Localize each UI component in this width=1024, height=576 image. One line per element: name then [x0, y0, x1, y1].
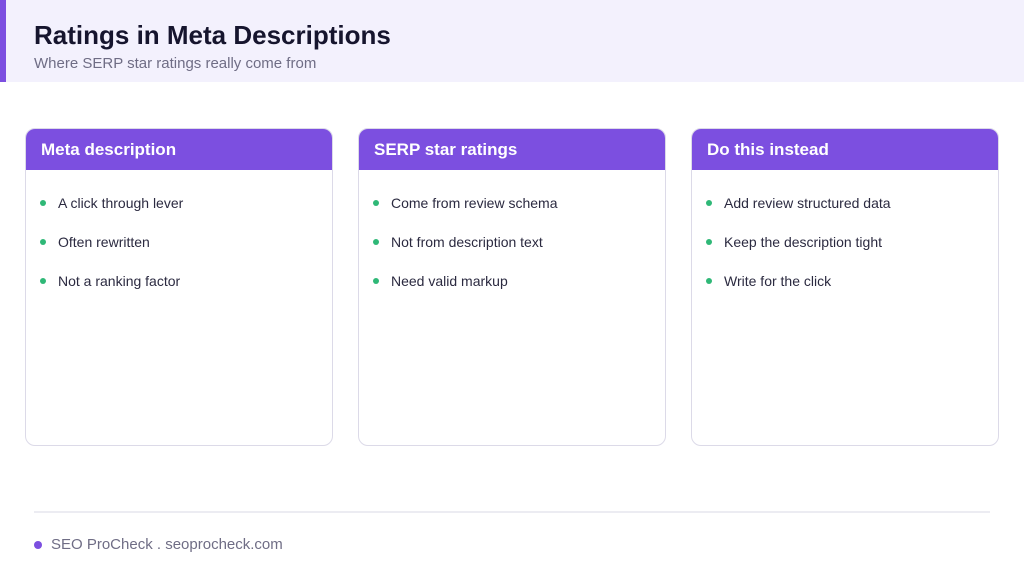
- bullet-dot-icon: [40, 239, 46, 245]
- list-item-text: Come from review schema: [391, 195, 558, 211]
- list-item: Need valid markup: [373, 272, 665, 290]
- list-item: Often rewritten: [40, 233, 332, 251]
- card-meta-description: Meta description A click through lever O…: [25, 128, 333, 446]
- header-accent-bar: [0, 0, 6, 82]
- bullet-dot-icon: [40, 278, 46, 284]
- bullet-dot-icon: [40, 200, 46, 206]
- footer: SEO ProCheck . seoprocheck.com: [34, 536, 283, 553]
- list-item: Not from description text: [373, 233, 665, 251]
- list-item: Add review structured data: [706, 194, 998, 212]
- page-title: Ratings in Meta Descriptions: [34, 20, 391, 50]
- list-item: Come from review schema: [373, 194, 665, 212]
- list-item-text: Not from description text: [391, 234, 543, 250]
- card-header: SERP star ratings: [359, 129, 665, 170]
- card-title: SERP star ratings: [374, 139, 518, 159]
- bullet-dot-icon: [373, 278, 379, 284]
- card-do-this-instead: Do this instead Add review structured da…: [691, 128, 999, 446]
- footer-text: SEO ProCheck . seoprocheck.com: [51, 536, 283, 553]
- list-item-text: Keep the description tight: [724, 234, 882, 250]
- list-item: Write for the click: [706, 272, 998, 290]
- card-title: Meta description: [41, 139, 177, 159]
- card-title: Do this instead: [707, 139, 829, 159]
- bullet-dot-icon: [706, 200, 712, 206]
- card-list: Come from review schema Not from descrip…: [359, 170, 665, 290]
- card-list: Add review structured data Keep the desc…: [692, 170, 998, 290]
- bullet-dot-icon: [373, 200, 379, 206]
- list-item: Keep the description tight: [706, 233, 998, 251]
- header-band: Ratings in Meta Descriptions Where SERP …: [0, 0, 1024, 82]
- page-subtitle: Where SERP star ratings really come from: [34, 55, 317, 72]
- card-header: Do this instead: [692, 129, 998, 170]
- card-header: Meta description: [26, 129, 332, 170]
- card-list: A click through lever Often rewritten No…: [26, 170, 332, 290]
- list-item: Not a ranking factor: [40, 272, 332, 290]
- list-item-text: Need valid markup: [391, 273, 508, 289]
- list-item-text: Often rewritten: [58, 234, 150, 250]
- bullet-dot-icon: [706, 278, 712, 284]
- list-item-text: Write for the click: [724, 273, 832, 289]
- list-item-text: Add review structured data: [724, 195, 891, 211]
- list-item: A click through lever: [40, 194, 332, 212]
- brand-dot-icon: [34, 540, 42, 549]
- list-item-text: A click through lever: [58, 195, 184, 211]
- card-serp-star-ratings: SERP star ratings Come from review schem…: [358, 128, 666, 446]
- bullet-dot-icon: [706, 239, 712, 245]
- footer-divider: [34, 511, 990, 513]
- bullet-dot-icon: [373, 239, 379, 245]
- list-item-text: Not a ranking factor: [58, 273, 181, 289]
